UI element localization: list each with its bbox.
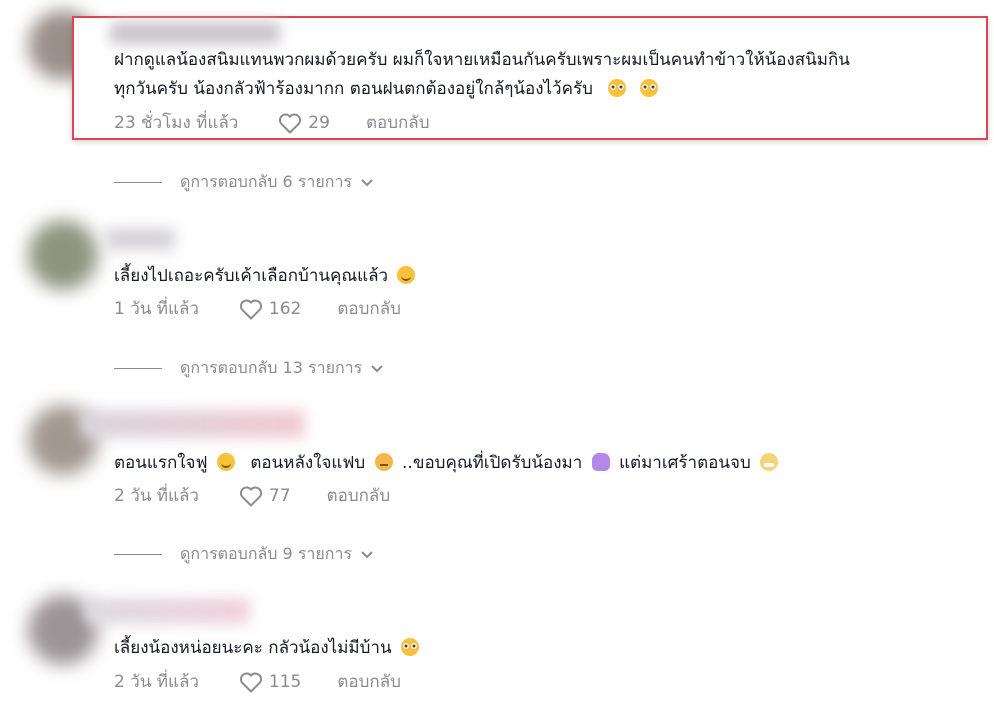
comment-text-part: ..ขอบคุณที่เปิดรับน้องมา xyxy=(402,453,583,473)
heart-icon xyxy=(239,672,262,692)
comment-meta: 1 วัน ที่แล้ว 162 ตอบกลับ xyxy=(114,295,401,322)
comment-time: 1 วัน ที่แล้ว xyxy=(114,299,199,319)
divider-line xyxy=(114,368,162,369)
chevron-down-icon xyxy=(371,364,383,372)
comment-text: เลี้ยงน้องหน่อยนะคะ กลัวน้องไม่มีบ้าน xyxy=(114,634,419,663)
folded-hands-icon xyxy=(591,453,610,471)
reply-button[interactable]: ตอบกลับ xyxy=(366,109,430,136)
pensive-face-icon xyxy=(374,453,393,471)
smiling-face-icon xyxy=(216,453,235,471)
comment-meta: 2 วัน ที่แล้ว 115 ตอบกลับ xyxy=(114,668,401,695)
comment-time: 2 วัน ที่แล้ว xyxy=(114,486,199,506)
comment-text: ตอนแรกใจฟู ตอนหลังใจแฟบ ..ขอบคุณที่เปิดร… xyxy=(114,449,779,478)
pleading-face-icon xyxy=(608,79,627,97)
like-count: 162 xyxy=(268,298,302,319)
view-replies-label: ดูการตอบกลับ 13 รายการ xyxy=(180,358,363,377)
comment-text: ฝากดูแลน้องสนิมแทนพวกผมด้วยครับ ผมก็ใจหา… xyxy=(114,46,850,104)
comment-text-line: ทุกวันครับ น้องกลัวฟ้าร้องมากก ตอนฝนตกต้… xyxy=(114,79,593,99)
heart-icon xyxy=(239,299,262,319)
username-blurred[interactable] xyxy=(85,598,250,624)
avatar[interactable] xyxy=(28,220,98,290)
comment-time: 23 ชั่วโมง ที่แล้ว xyxy=(114,113,239,133)
comment-meta: 2 วัน ที่แล้ว 77 ตอบกลับ xyxy=(114,482,390,509)
comment-text-part: ตอนหลังใจแฟบ xyxy=(250,453,366,473)
reply-button[interactable]: ตอบกลับ xyxy=(337,295,401,322)
like-count: 77 xyxy=(268,485,291,506)
like-count: 115 xyxy=(268,671,302,692)
reply-button[interactable]: ตอบกลับ xyxy=(337,668,401,695)
pleading-face-icon xyxy=(401,638,419,656)
like-count: 29 xyxy=(308,112,330,133)
view-replies-button[interactable]: ดูการตอบกลับ 6 รายการ xyxy=(114,170,374,195)
like-button[interactable]: 162 xyxy=(239,298,301,320)
reply-button[interactable]: ตอบกลับ xyxy=(327,482,391,509)
view-replies-button[interactable]: ดูการตอบกลับ 13 รายการ xyxy=(114,356,384,381)
comment-meta: 23 ชั่วโมง ที่แล้ว 29 ตอบกลับ xyxy=(114,109,429,136)
comment-text-part: แต่มาเศร้าตอนจบ xyxy=(619,453,751,473)
comment-time: 2 วัน ที่แล้ว xyxy=(114,672,199,692)
comment-text-body: เลี้ยงไปเถอะครับเค้าเลือกบ้านคุณแล้ว xyxy=(114,266,389,286)
comment-text-line: ฝากดูแลน้องสนิมแทนพวกผมด้วยครับ ผมก็ใจหา… xyxy=(114,50,850,70)
heart-icon xyxy=(239,486,262,506)
heart-icon xyxy=(279,113,302,133)
username-blurred[interactable] xyxy=(110,22,280,44)
like-button[interactable]: 29 xyxy=(278,112,330,134)
chevron-down-icon xyxy=(361,550,373,558)
comment-text-body: เลี้ยงน้องหน่อยนะคะ กลัวน้องไม่มีบ้าน xyxy=(114,638,392,658)
divider-line xyxy=(114,554,162,555)
username-blurred[interactable] xyxy=(80,410,305,438)
smiling-face-icon xyxy=(397,266,416,284)
chevron-down-icon xyxy=(361,178,373,186)
like-button[interactable]: 115 xyxy=(239,671,301,693)
comment-text-part: ตอนแรกใจฟู xyxy=(114,453,208,473)
comment-text: เลี้ยงไปเถอะครับเค้าเลือกบ้านคุณแล้ว xyxy=(114,262,416,291)
pleading-face-icon xyxy=(639,79,658,97)
tired-face-icon xyxy=(760,453,779,471)
like-button[interactable]: 77 xyxy=(239,485,291,507)
view-replies-label: ดูการตอบกลับ 9 รายการ xyxy=(180,544,353,563)
view-replies-button[interactable]: ดูการตอบกลับ 9 รายการ xyxy=(114,542,374,567)
username-blurred[interactable] xyxy=(105,228,175,250)
view-replies-label: ดูการตอบกลับ 6 รายการ xyxy=(180,172,353,191)
divider-line xyxy=(114,182,162,183)
